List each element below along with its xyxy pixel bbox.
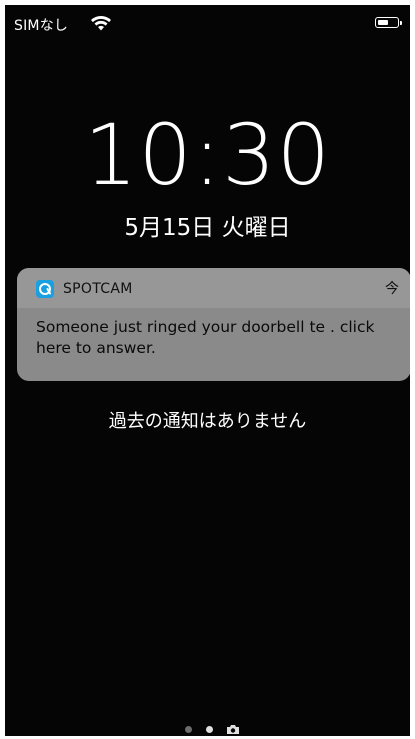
spotcam-app-icon [36,280,54,298]
lock-screen: SIMなし 10:30 5月15日 火曜日 SPOTCAM 今 Someone … [5,5,410,736]
page-dot-current [206,726,213,733]
page-indicator[interactable] [5,723,410,735]
lock-screen-time: 10:30 [83,106,332,204]
notification-time: 今 [385,281,399,297]
camera-icon[interactable] [226,724,240,735]
lock-screen-date: 5月15日 火曜日 [124,215,291,241]
wifi-icon [91,16,111,31]
notification-header: SPOTCAM 今 [17,268,410,308]
battery-icon [375,17,402,28]
notification-message: Someone just ringed your doorbell te . c… [36,318,375,357]
notification-card[interactable]: SPOTCAM 今 Someone just ringed your doorb… [17,268,410,381]
no-older-notifications-label: 過去の通知はありません [108,411,307,432]
notification-app-name: SPOTCAM [63,281,133,297]
status-bar: SIMなし [5,5,410,45]
page-dot [185,726,192,733]
carrier-label: SIMなし [14,18,69,34]
